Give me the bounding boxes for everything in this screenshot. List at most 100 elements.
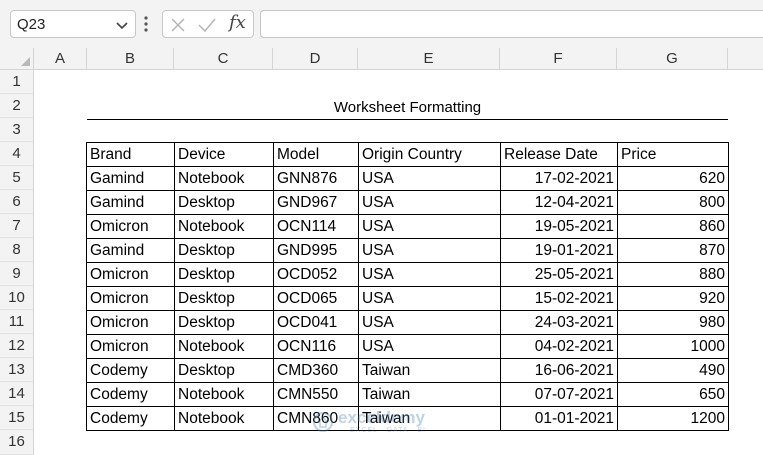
table-cell[interactable]: USA (358, 190, 501, 215)
enter-check-icon[interactable] (197, 16, 217, 34)
table-cell[interactable]: USA (358, 310, 501, 335)
table-cell[interactable]: Notebook (174, 214, 274, 239)
row-header-14[interactable]: 14 (0, 382, 34, 406)
table-cell[interactable]: Omicron (86, 262, 175, 287)
header-cell[interactable]: Device (174, 142, 274, 167)
table-cell[interactable]: GND967 (273, 190, 359, 215)
table-cell[interactable]: USA (358, 238, 501, 263)
row-header-13[interactable]: 13 (0, 358, 34, 382)
cancel-icon[interactable] (169, 16, 187, 34)
table-cell[interactable]: Desktop (174, 262, 274, 287)
table-cell[interactable]: 870 (617, 238, 729, 263)
sheet-title[interactable]: Worksheet Formatting (87, 96, 728, 120)
row-header-3[interactable]: 3 (0, 118, 34, 142)
table-cell[interactable]: 800 (617, 190, 729, 215)
row-header-1[interactable]: 1 (0, 70, 34, 94)
column-header-f[interactable]: F (500, 48, 617, 70)
row-header-12[interactable]: 12 (0, 334, 34, 358)
header-cell[interactable]: Model (273, 142, 359, 167)
row-header-8[interactable]: 8 (0, 238, 34, 262)
row-header-6[interactable]: 6 (0, 190, 34, 214)
table-cell[interactable]: GND995 (273, 238, 359, 263)
table-cell[interactable]: Desktop (174, 310, 274, 335)
table-cell[interactable]: Desktop (174, 286, 274, 311)
table-cell[interactable]: Codemy (86, 406, 175, 431)
table-cell[interactable]: 01-01-2021 (500, 406, 618, 431)
name-box[interactable]: Q23 (10, 10, 136, 38)
row-header-2[interactable]: 2 (0, 94, 34, 118)
row-header-4[interactable]: 4 (0, 142, 34, 166)
table-cell[interactable]: OCD041 (273, 310, 359, 335)
table-cell[interactable]: 650 (617, 382, 729, 407)
table-cell[interactable]: 1200 (617, 406, 729, 431)
table-cell[interactable]: USA (358, 166, 501, 191)
table-cell[interactable]: Desktop (174, 358, 274, 383)
table-cell[interactable]: 24-03-2021 (500, 310, 618, 335)
row-header-11[interactable]: 11 (0, 310, 34, 334)
row-header-5[interactable]: 5 (0, 166, 34, 190)
table-cell[interactable]: USA (358, 286, 501, 311)
table-cell[interactable]: Omicron (86, 310, 175, 335)
table-cell[interactable]: Notebook (174, 406, 274, 431)
table-cell[interactable]: Omicron (86, 286, 175, 311)
table-cell[interactable]: USA (358, 334, 501, 359)
table-cell[interactable]: CMN550 (273, 382, 359, 407)
table-cell[interactable]: Omicron (86, 214, 175, 239)
table-cell[interactable]: 16-06-2021 (500, 358, 618, 383)
table-cell[interactable]: Taiwan (358, 406, 501, 431)
row-header-10[interactable]: 10 (0, 286, 34, 310)
table-cell[interactable]: 07-07-2021 (500, 382, 618, 407)
table-cell[interactable]: Gamind (86, 190, 175, 215)
table-cell[interactable]: OCD052 (273, 262, 359, 287)
insert-function-icon[interactable]: fx (229, 12, 246, 33)
column-header-h[interactable] (728, 48, 763, 70)
vertical-dots-icon[interactable] (144, 15, 148, 33)
column-header-a[interactable]: A (34, 48, 87, 70)
table-cell[interactable]: Desktop (174, 238, 274, 263)
table-cell[interactable]: 19-01-2021 (500, 238, 618, 263)
table-cell[interactable]: Desktop (174, 190, 274, 215)
table-cell[interactable]: Gamind (86, 166, 175, 191)
row-header-16[interactable]: 16 (0, 430, 34, 455)
table-cell[interactable]: OCN116 (273, 334, 359, 359)
table-cell[interactable]: Notebook (174, 382, 274, 407)
table-cell[interactable]: 19-05-2021 (500, 214, 618, 239)
table-cell[interactable]: Codemy (86, 358, 175, 383)
table-cell[interactable]: 490 (617, 358, 729, 383)
table-cell[interactable]: OCN114 (273, 214, 359, 239)
table-cell[interactable]: 1000 (617, 334, 729, 359)
table-cell[interactable]: Taiwan (358, 382, 501, 407)
column-header-b[interactable]: B (87, 48, 174, 70)
table-cell[interactable]: 980 (617, 310, 729, 335)
table-cell[interactable]: 920 (617, 286, 729, 311)
select-all-corner[interactable] (0, 48, 34, 70)
table-cell[interactable]: Notebook (174, 166, 274, 191)
table-cell[interactable]: CMN860 (273, 406, 359, 431)
column-header-c[interactable]: C (174, 48, 273, 70)
table-cell[interactable]: OCD065 (273, 286, 359, 311)
table-cell[interactable]: CMD360 (273, 358, 359, 383)
table-cell[interactable]: 04-02-2021 (500, 334, 618, 359)
table-cell[interactable]: Omicron (86, 334, 175, 359)
column-header-e[interactable]: E (358, 48, 500, 70)
header-cell[interactable]: Brand (86, 142, 175, 167)
row-header-15[interactable]: 15 (0, 406, 34, 430)
header-cell[interactable]: Release Date (500, 142, 618, 167)
table-cell[interactable]: 15-02-2021 (500, 286, 618, 311)
table-cell[interactable]: 860 (617, 214, 729, 239)
table-cell[interactable]: Codemy (86, 382, 175, 407)
column-header-g[interactable]: G (617, 48, 728, 70)
header-cell[interactable]: Price (617, 142, 729, 167)
table-cell[interactable]: Gamind (86, 238, 175, 263)
chevron-down-icon[interactable] (115, 18, 129, 32)
table-cell[interactable]: 620 (617, 166, 729, 191)
table-cell[interactable]: GNN876 (273, 166, 359, 191)
worksheet-grid[interactable]: A B C D E F G 1 2 3 4 5 6 7 8 9 10 11 12… (0, 48, 763, 455)
table-cell[interactable]: 880 (617, 262, 729, 287)
table-cell[interactable]: USA (358, 214, 501, 239)
table-cell[interactable]: 17-02-2021 (500, 166, 618, 191)
table-cell[interactable]: Taiwan (358, 358, 501, 383)
column-header-d[interactable]: D (273, 48, 358, 70)
row-header-9[interactable]: 9 (0, 262, 34, 286)
table-cell[interactable]: Notebook (174, 334, 274, 359)
